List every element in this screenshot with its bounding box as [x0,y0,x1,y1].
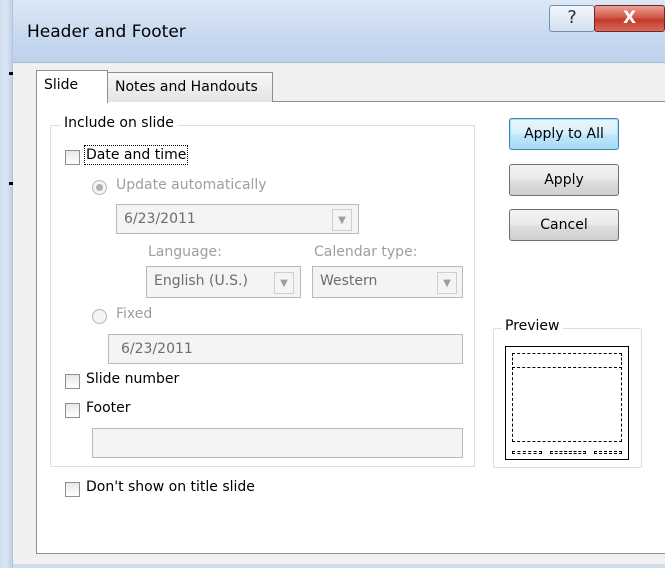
preview-label: Preview [502,318,563,334]
footer-checkbox[interactable] [65,403,80,418]
dialog-title: Header and Footer [27,22,186,42]
date-format-value: 6/23/2011 [124,211,196,227]
footer-placeholder [550,451,586,454]
window-bottom-edge [13,564,665,568]
fixed-date-value: 6/23/2011 [121,341,193,357]
footer-text-field[interactable] [92,428,463,458]
help-button[interactable]: ? [549,5,595,32]
chevron-down-icon[interactable]: ▼ [332,209,352,231]
dont-show-title-label[interactable]: Don't show on title slide [86,479,255,495]
update-automatically-label: Update automatically [116,177,267,193]
language-label: Language: [148,244,222,260]
date-format-select[interactable]: 6/23/2011 [116,204,359,234]
apply-label: Apply [544,172,584,188]
slide-number-label[interactable]: Slide number [86,371,179,387]
header-footer-dialog: Header and Footer ? X Notes and Handouts… [0,0,665,568]
window-edge [0,0,13,568]
calendar-type-value: Western [320,273,378,289]
slide-preview [505,346,629,460]
fixed-date-field[interactable]: 6/23/2011 [108,334,463,364]
fixed-label: Fixed [116,306,153,322]
dont-show-title-checkbox[interactable] [65,482,80,497]
date-time-text: Date and time [83,145,189,165]
chevron-down-icon[interactable]: ▼ [437,272,457,294]
cancel-label: Cancel [540,217,588,233]
apply-button[interactable]: Apply [509,164,619,196]
cancel-button[interactable]: Cancel [509,209,619,241]
group-label: Include on slide [60,115,178,131]
language-value: English (U.S.) [154,273,248,289]
slide-number-checkbox[interactable] [65,374,80,389]
calendar-type-label: Calendar type: [314,244,418,260]
update-automatically-radio[interactable] [92,180,107,195]
tab-slide[interactable]: Slide [36,70,108,103]
help-icon: ? [567,7,577,28]
content-placeholder [512,367,622,442]
footer-label[interactable]: Footer [86,400,131,416]
tab-label: Notes and Handouts [115,79,258,95]
chevron-down-icon[interactable]: ▼ [274,272,294,294]
apply-to-all-label: Apply to All [524,126,604,142]
slide-number-placeholder [594,451,622,454]
title-placeholder [512,353,622,365]
tab-notes-and-handouts[interactable]: Notes and Handouts [107,72,273,102]
date-placeholder [512,451,542,454]
date-time-label[interactable]: Date and time [83,145,189,165]
fixed-radio[interactable] [92,309,107,324]
close-button[interactable]: X [594,5,665,32]
date-time-checkbox[interactable] [65,150,80,165]
close-icon: X [622,8,637,28]
apply-to-all-button[interactable]: Apply to All [509,118,619,150]
tab-label: Slide [44,77,79,93]
